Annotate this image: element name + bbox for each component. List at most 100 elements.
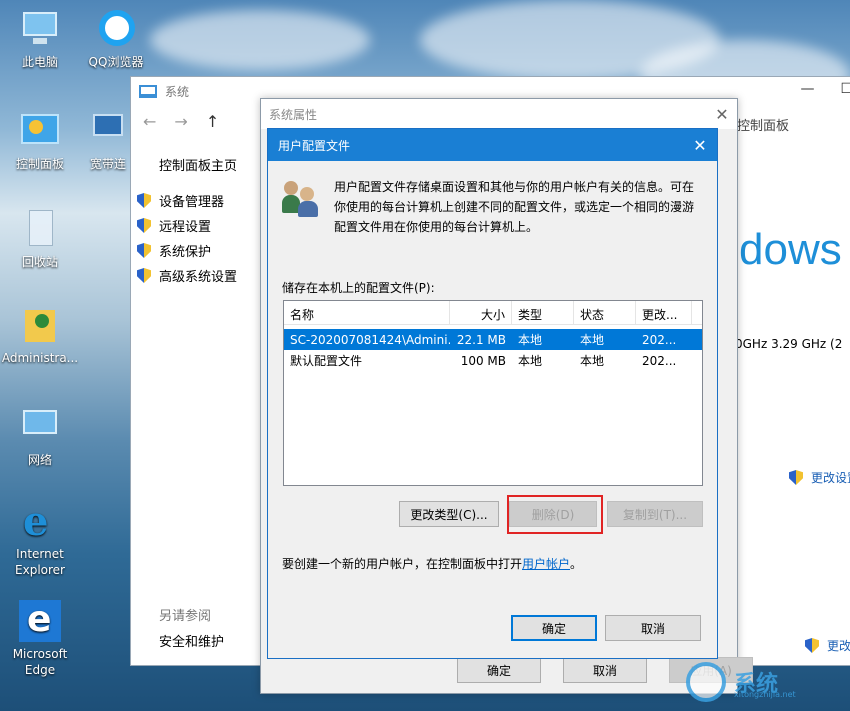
desktop-icon-label: Microsoft Edge	[12, 647, 68, 677]
column-header-modified[interactable]: 更改...	[636, 301, 692, 324]
dialog-title: 用户配置文件	[278, 138, 351, 153]
cloud	[150, 10, 370, 70]
profile-type: 本地	[518, 333, 543, 347]
up-arrow-icon[interactable]: ↑	[206, 112, 219, 131]
window-controls: — ☐	[800, 81, 850, 97]
shield-icon	[137, 243, 151, 258]
change-settings-link[interactable]: 更改设置	[789, 469, 850, 486]
desktop-icon-edge[interactable]: e Microsoft Edge	[0, 600, 80, 678]
profile-state: 本地	[580, 354, 605, 368]
desktop-icon-label: Internet Explorer	[15, 547, 65, 577]
shield-icon	[137, 193, 151, 208]
highlight-frame	[507, 495, 603, 534]
change-settings-label: 更改设置	[811, 471, 850, 485]
desktop-icon-network[interactable]: 网络	[0, 406, 80, 468]
properties-title: 系统属性	[269, 107, 318, 122]
create-note-text: 要创建一个新的用户帐户，在控制面板中打开	[282, 557, 523, 571]
change-key-label: 更改	[827, 639, 850, 653]
profile-type: 本地	[518, 354, 543, 368]
broadband-icon	[87, 110, 129, 152]
desktop-icon-qq-browser[interactable]: QQ浏览器	[76, 8, 156, 70]
desktop-icon-label: Administra...	[1, 351, 79, 365]
desktop-icon-label: 此电脑	[21, 55, 58, 69]
profile-size: 100 MB	[460, 353, 506, 368]
desktop-icon-administrator[interactable]: Administra...	[0, 304, 80, 366]
desktop-icon-recycle-bin[interactable]: 回收站	[0, 208, 80, 270]
intro-block: 用户配置文件存储桌面设置和其他与你的用户帐户有关的信息。可在你使用的每台计算机上…	[282, 177, 702, 237]
dialog-button-row: 确定 取消	[511, 615, 701, 641]
cpu-speed-text: 0GHz 3.29 GHz (2	[735, 337, 843, 351]
create-account-note: 要创建一个新的用户帐户，在控制面板中打开用户帐户。	[282, 555, 582, 572]
intro-text: 用户配置文件存储桌面设置和其他与你的用户帐户有关的信息。可在你使用的每台计算机上…	[334, 180, 695, 234]
security-maintenance-link[interactable]: 安全和维护	[159, 631, 224, 650]
user-profiles-dialog: 用户配置文件 ✕ 用户配置文件存储桌面设置和其他与你的用户帐户有关的信息。可在你…	[267, 128, 718, 659]
see-also-heading: 另请参阅	[159, 609, 212, 624]
nav-advanced-system-settings[interactable]: 高级系统设置	[137, 266, 237, 285]
properties-cancel-button[interactable]: 取消	[563, 657, 647, 683]
shield-icon	[137, 218, 151, 233]
profile-modified: 202...	[642, 332, 677, 347]
column-header-size[interactable]: 大小	[450, 301, 512, 324]
system-title: 系统	[165, 84, 190, 99]
create-note-suffix: 。	[570, 557, 583, 571]
properties-titlebar: 系统属性 ✕	[261, 99, 737, 129]
users-icon	[282, 177, 320, 217]
watermark-url: xitongzhijia.net	[734, 690, 796, 699]
change-type-button[interactable]: 更改类型(C)...	[399, 501, 499, 527]
nav-item-label: 设备管理器	[159, 195, 225, 210]
column-header-type[interactable]: 类型	[512, 301, 574, 324]
desktop-icon-label: 回收站	[21, 255, 58, 269]
nav-device-manager[interactable]: 设备管理器	[137, 191, 224, 210]
profile-modified: 202...	[642, 353, 677, 368]
shield-icon	[805, 638, 819, 653]
dialog-titlebar: 用户配置文件 ✕	[268, 129, 717, 161]
column-header-name[interactable]: 名称	[284, 301, 450, 324]
network-icon	[19, 406, 61, 448]
forward-arrow-icon[interactable]: →	[174, 112, 187, 131]
shield-icon	[137, 268, 151, 283]
change-product-key-link[interactable]: 更改	[805, 637, 850, 654]
shield-icon	[789, 470, 803, 485]
ok-button[interactable]: 确定	[511, 615, 597, 641]
user-folder-icon	[19, 304, 61, 346]
nav-remote-settings[interactable]: 远程设置	[137, 216, 211, 235]
watermark-logo-icon	[686, 662, 726, 702]
desktop-icon-this-pc[interactable]: 此电脑	[0, 8, 80, 70]
nav-item-label: 高级系统设置	[159, 270, 238, 285]
maximize-icon[interactable]: ☐	[840, 81, 850, 97]
profiles-list[interactable]: 名称 大小 类型 状态 更改... SC-202007081424\Admini…	[283, 300, 703, 486]
list-header: 名称 大小 类型 状态 更改...	[284, 301, 702, 325]
ie-icon: e	[23, 498, 49, 545]
profile-state: 本地	[580, 333, 605, 347]
computer-icon	[19, 8, 61, 50]
back-arrow-icon[interactable]: ←	[143, 112, 156, 131]
qq-browser-icon	[95, 8, 137, 50]
close-icon[interactable]: ✕	[707, 105, 737, 124]
control-panel-home-link[interactable]: 控制面板主页	[159, 155, 237, 174]
nav-system-protection[interactable]: 系统保护	[137, 241, 211, 260]
desktop-icon-label: 网络	[27, 453, 52, 467]
watermark: 系统 xitongzhijia.net	[686, 662, 796, 702]
profile-size: 22.1 MB	[456, 332, 506, 347]
recycle-bin-icon	[19, 208, 61, 250]
desktop-icon-internet-explorer[interactable]: e Internet Explorer	[0, 500, 80, 578]
monitor-icon	[139, 84, 157, 98]
list-item[interactable]: 默认配置文件 100 MB 本地 本地 202...	[284, 350, 702, 371]
close-icon[interactable]: ✕	[683, 136, 717, 155]
breadcrumb-control-panel[interactable]: 控制面板	[737, 115, 789, 134]
nav-item-label: 远程设置	[159, 220, 212, 235]
user-accounts-link[interactable]: 用户帐户	[522, 557, 570, 571]
properties-ok-button[interactable]: 确定	[457, 657, 541, 683]
edge-icon: e	[19, 600, 61, 642]
profile-name: 默认配置文件	[290, 354, 363, 368]
desktop-icon-label: QQ浏览器	[88, 55, 144, 69]
windows-logo-text: dows	[739, 225, 842, 274]
list-item[interactable]: SC-202007081424\Admini... 22.1 MB 本地 本地 …	[284, 329, 702, 350]
cancel-button[interactable]: 取消	[605, 615, 701, 641]
column-header-state[interactable]: 状态	[574, 301, 636, 324]
minimize-icon[interactable]: —	[800, 81, 814, 97]
profiles-list-label: 储存在本机上的配置文件(P):	[282, 281, 435, 295]
profile-name: SC-202007081424\Admini...	[290, 332, 450, 347]
nav-item-label: 系统保护	[159, 245, 212, 260]
copy-to-button[interactable]: 复制到(T)...	[607, 501, 703, 527]
